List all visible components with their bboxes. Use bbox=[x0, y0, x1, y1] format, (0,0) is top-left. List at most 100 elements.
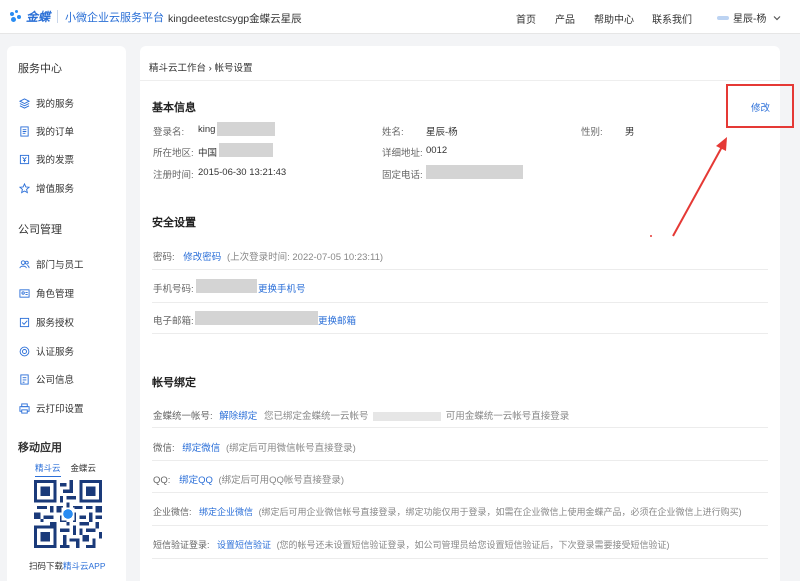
qq-row: QQ: 绑定QQ (绑定后可用QQ帐号直接登录) bbox=[153, 472, 344, 486]
gender-label: 性别: bbox=[581, 127, 603, 138]
logo-separator bbox=[57, 10, 59, 23]
section-title-basic-info: 基本信息 bbox=[152, 102, 196, 114]
document-icon bbox=[20, 125, 29, 137]
redacted-mobile bbox=[196, 279, 257, 293]
tab-jingdouyun[interactable]: 精斗云 bbox=[35, 462, 61, 477]
chevron-down-icon bbox=[773, 15, 781, 20]
row-divider bbox=[152, 427, 768, 428]
sidebar-item-departments[interactable]: 部门与员工 bbox=[19, 257, 84, 271]
change-password-link[interactable]: 修改密码 bbox=[183, 252, 221, 263]
sidebar-item-company-info[interactable]: 公司信息 bbox=[19, 372, 74, 386]
layers-icon bbox=[19, 97, 30, 109]
nav-products[interactable]: 产品 bbox=[555, 11, 575, 26]
password-row: 密码: 修改密码 (上次登录时间: 2022-07-05 10:23:11) bbox=[153, 249, 383, 263]
address-label: 详细地址: bbox=[382, 148, 423, 159]
sidebar-item-label: 我的订单 bbox=[36, 127, 75, 138]
info-document-icon bbox=[20, 373, 29, 385]
tab-kingdee-cloud[interactable]: 金蝶云 bbox=[71, 462, 97, 477]
breadcrumb[interactable]: 精斗云工作台 › 帐号设置 bbox=[149, 60, 252, 74]
sidebar-section-mobile-app: 移动应用 bbox=[18, 442, 62, 454]
main-panel: 精斗云工作台 › 帐号设置 基本信息 修改 登录名: king 姓名: 星辰-杨… bbox=[140, 46, 780, 581]
redacted-login-name bbox=[217, 122, 275, 136]
user-avatar-icon bbox=[717, 15, 729, 20]
sidebar-item-authorization[interactable]: 服务授权 bbox=[19, 315, 74, 329]
sms-note: (您的帐号还未设置短信验证登录，如公司管理员给您设置短信验证后，下次登录需要接受… bbox=[276, 540, 670, 550]
login-name-value: king bbox=[198, 124, 216, 135]
sidebar-item-label: 我的发票 bbox=[36, 155, 75, 166]
sidebar: 服务中心 我的服务 我的订单 我的发票 增值服务 公司管理 部门与员工 角色管理… bbox=[7, 46, 126, 581]
sidebar-section-service-center: 服务中心 bbox=[18, 63, 62, 75]
nav-home[interactable]: 首页 bbox=[516, 11, 536, 26]
setup-sms-link[interactable]: 设置短信验证 bbox=[217, 540, 271, 550]
row-divider bbox=[152, 269, 768, 270]
invoice-icon bbox=[19, 154, 30, 164]
logo-icon bbox=[10, 9, 24, 24]
redacted-phone bbox=[426, 165, 523, 179]
sidebar-item-label: 公司信息 bbox=[36, 375, 75, 386]
sms-label: 短信验证登录: bbox=[153, 540, 210, 550]
change-mobile-link[interactable]: 更换手机号 bbox=[258, 281, 306, 295]
sidebar-item-my-orders[interactable]: 我的订单 bbox=[19, 124, 74, 138]
wechat-label: 微信: bbox=[153, 443, 175, 454]
password-label: 密码: bbox=[153, 252, 175, 263]
app-tabs: 精斗云 金蝶云 bbox=[35, 462, 106, 477]
sidebar-item-certification[interactable]: 认证服务 bbox=[19, 344, 74, 358]
qr-caption-link[interactable]: 精斗云APP bbox=[63, 561, 106, 571]
bind-qq-link[interactable]: 绑定QQ bbox=[179, 475, 213, 486]
name-label: 姓名: bbox=[382, 127, 404, 138]
qq-label: QQ: bbox=[153, 475, 171, 486]
nav-help-center[interactable]: 帮助中心 bbox=[594, 11, 634, 26]
login-name-label: 登录名: bbox=[153, 127, 185, 138]
nav-contact-us[interactable]: 联系我们 bbox=[652, 11, 692, 26]
brand-logo[interactable]: 金蝶 小微企业云服务平台 bbox=[10, 8, 164, 25]
unified-account-row: 金蝶统一帐号: 解除绑定 您已绑定金蝶统一云帐号 可用金蝶统一云帐号直接登录 bbox=[153, 408, 569, 422]
unified-account-note-2: 可用金蝶统一云帐号直接登录 bbox=[445, 411, 570, 422]
bind-wechat-link[interactable]: 绑定微信 bbox=[182, 443, 220, 454]
badge-icon bbox=[19, 346, 30, 356]
wechat-note: (绑定后可用微信帐号直接登录) bbox=[225, 443, 356, 454]
unified-account-note: 您已绑定金蝶统一云帐号 bbox=[263, 411, 369, 422]
row-divider bbox=[152, 525, 768, 526]
register-time-label: 注册时间: bbox=[153, 170, 194, 181]
breadcrumb-divider bbox=[140, 80, 780, 81]
row-divider bbox=[152, 558, 768, 559]
check-square-icon bbox=[19, 317, 30, 327]
name-value: 星辰-杨 bbox=[426, 127, 458, 138]
printer-icon bbox=[19, 402, 30, 414]
qr-code-image bbox=[34, 480, 102, 548]
sidebar-item-my-invoices[interactable]: 我的发票 bbox=[19, 152, 74, 166]
user-menu[interactable]: 星辰-杨 bbox=[717, 10, 782, 25]
qq-note: (绑定后可用QQ帐号直接登录) bbox=[218, 475, 345, 486]
last-login-note: (上次登录时间: 2022-07-05 10:23:11) bbox=[226, 252, 384, 263]
sidebar-item-label: 云打印设置 bbox=[36, 404, 84, 415]
bind-work-wechat-link[interactable]: 绑定企业微信 bbox=[199, 507, 253, 517]
work-wechat-note: (绑定后可用企业微信帐号直接登录，绑定功能仅用于登录，如需在企业微信上使用金蝶产… bbox=[258, 507, 742, 517]
unbind-link[interactable]: 解除绑定 bbox=[219, 411, 257, 422]
star-icon bbox=[19, 182, 30, 194]
sidebar-item-cloud-print[interactable]: 云打印设置 bbox=[19, 401, 84, 415]
register-time-value: 2015-06-30 13:21:43 bbox=[198, 167, 287, 178]
address-value: 0012 bbox=[426, 145, 448, 156]
email-label: 电子邮箱: bbox=[153, 316, 194, 327]
section-title-binding: 帐号绑定 bbox=[152, 377, 196, 389]
sidebar-item-my-services[interactable]: 我的服务 bbox=[19, 96, 74, 110]
sidebar-item-label: 增值服务 bbox=[36, 184, 75, 195]
platform-name: 小微企业云服务平台 bbox=[65, 11, 165, 24]
change-email-link[interactable]: 更换邮箱 bbox=[318, 313, 356, 327]
sidebar-item-roles[interactable]: 角色管理 bbox=[19, 286, 74, 300]
row-divider bbox=[152, 460, 768, 461]
sidebar-section-company-mgmt: 公司管理 bbox=[18, 224, 62, 236]
work-wechat-row: 企业微信: 绑定企业微信 (绑定后可用企业微信帐号直接登录，绑定功能仅用于登录，… bbox=[153, 505, 742, 518]
mobile-label: 手机号码: bbox=[153, 284, 194, 295]
sidebar-item-value-added[interactable]: 增值服务 bbox=[19, 181, 74, 195]
sms-row: 短信验证登录: 设置短信验证 (您的帐号还未设置短信验证登录，如公司管理员给您设… bbox=[153, 538, 670, 551]
qr-caption: 扫码下载精斗云APP bbox=[29, 560, 106, 572]
annotation-highlight-box bbox=[726, 84, 794, 128]
logo-text: 金蝶 bbox=[26, 10, 51, 24]
section-title-security: 安全设置 bbox=[152, 217, 196, 229]
top-header: 金蝶 小微企业云服务平台 kingdeetestcsygp金蝶云星辰 首页 产品… bbox=[0, 0, 800, 34]
sidebar-item-label: 认证服务 bbox=[36, 347, 75, 358]
sidebar-item-label: 我的服务 bbox=[36, 99, 75, 110]
sidebar-item-label: 部门与员工 bbox=[36, 260, 84, 271]
gender-value: 男 bbox=[625, 127, 635, 138]
